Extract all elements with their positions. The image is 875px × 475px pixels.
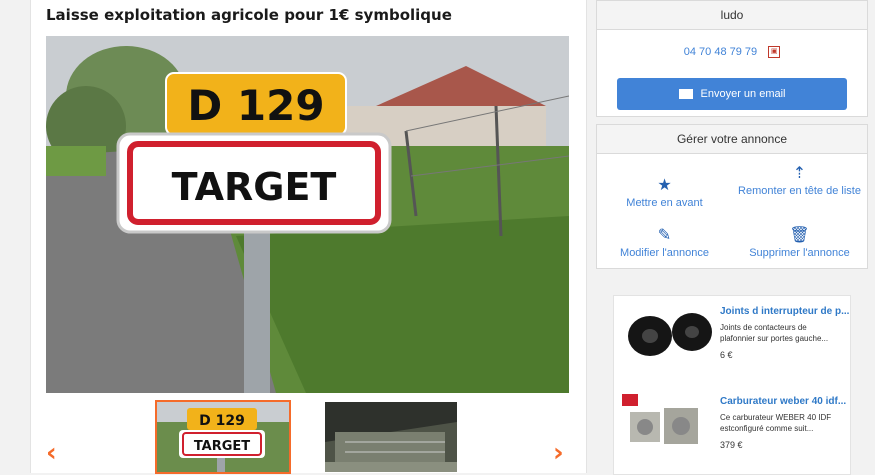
seller-phone-row: 04 70 48 79 79 ▣ xyxy=(597,46,867,59)
seller-name: ludo xyxy=(597,1,867,30)
ad-item[interactable]: Joints d interrupteur de p... Joints de … xyxy=(614,296,850,376)
ad-price: 379 € xyxy=(720,440,743,450)
sign-town-name: TARGET xyxy=(172,165,337,209)
phone-image-icon: ▣ xyxy=(768,46,781,59)
ad-description: Joints de contacteurs de plafonnier sur … xyxy=(720,323,829,343)
delete-listing-button[interactable]: 🗑 Supprimer l'annonce xyxy=(732,225,867,259)
manage-title: Gérer votre annonce xyxy=(597,125,867,154)
thumbnail-2[interactable] xyxy=(325,402,457,472)
seller-box: ludo 04 70 48 79 79 ▣ Envoyer un email xyxy=(596,0,868,117)
main-photo[interactable]: D 129 TARGET xyxy=(46,36,569,393)
trash-icon: 🗑 xyxy=(789,227,810,244)
ad-image xyxy=(620,304,716,364)
manage-listing-box: Gérer votre annonce ★ Mettre en avant ⇡ … xyxy=(596,124,868,269)
listing-title: Laisse exploitation agricole pour 1€ sym… xyxy=(46,6,452,24)
ad-description: Ce carburateur WEBER 40 IDF estconfiguré… xyxy=(720,413,832,433)
envelope-icon xyxy=(678,89,693,100)
thumbnail-sign-number: D 129 xyxy=(199,413,245,429)
ad-item[interactable]: Carburateur weber 40 idf... Ce carburate… xyxy=(614,386,850,466)
sort-up-icon: ⇡ xyxy=(792,165,807,182)
send-email-button[interactable]: Envoyer un email xyxy=(617,78,847,110)
sign-road-number: D 129 xyxy=(187,81,324,130)
listing-main: Laisse exploitation agricole pour 1€ sym… xyxy=(30,0,587,474)
bump-listing-button[interactable]: ⇡ Remonter en tête de liste xyxy=(732,163,867,197)
thumbnail-1[interactable]: D 129 TARGET xyxy=(155,400,291,474)
thumbnail-strip: D 129 TARGET xyxy=(31,400,586,474)
star-icon: ★ xyxy=(657,177,672,194)
ad-title[interactable]: Joints d interrupteur de p... xyxy=(720,306,849,317)
ad-image xyxy=(620,394,716,454)
promote-listing-button[interactable]: ★ Mettre en avant xyxy=(597,175,732,209)
thumbnail-sign-town: TARGET xyxy=(194,439,250,454)
edit-listing-button[interactable]: ✎ Modifier l'annonce xyxy=(597,225,732,259)
ad-title[interactable]: Carburateur weber 40 idf... xyxy=(720,396,846,407)
sponsored-ads: Joints d interrupteur de p... Joints de … xyxy=(613,295,851,475)
ad-price: 6 € xyxy=(720,350,733,360)
pencil-icon: ✎ xyxy=(657,227,672,244)
seller-phone[interactable]: 04 70 48 79 79 xyxy=(684,46,757,58)
